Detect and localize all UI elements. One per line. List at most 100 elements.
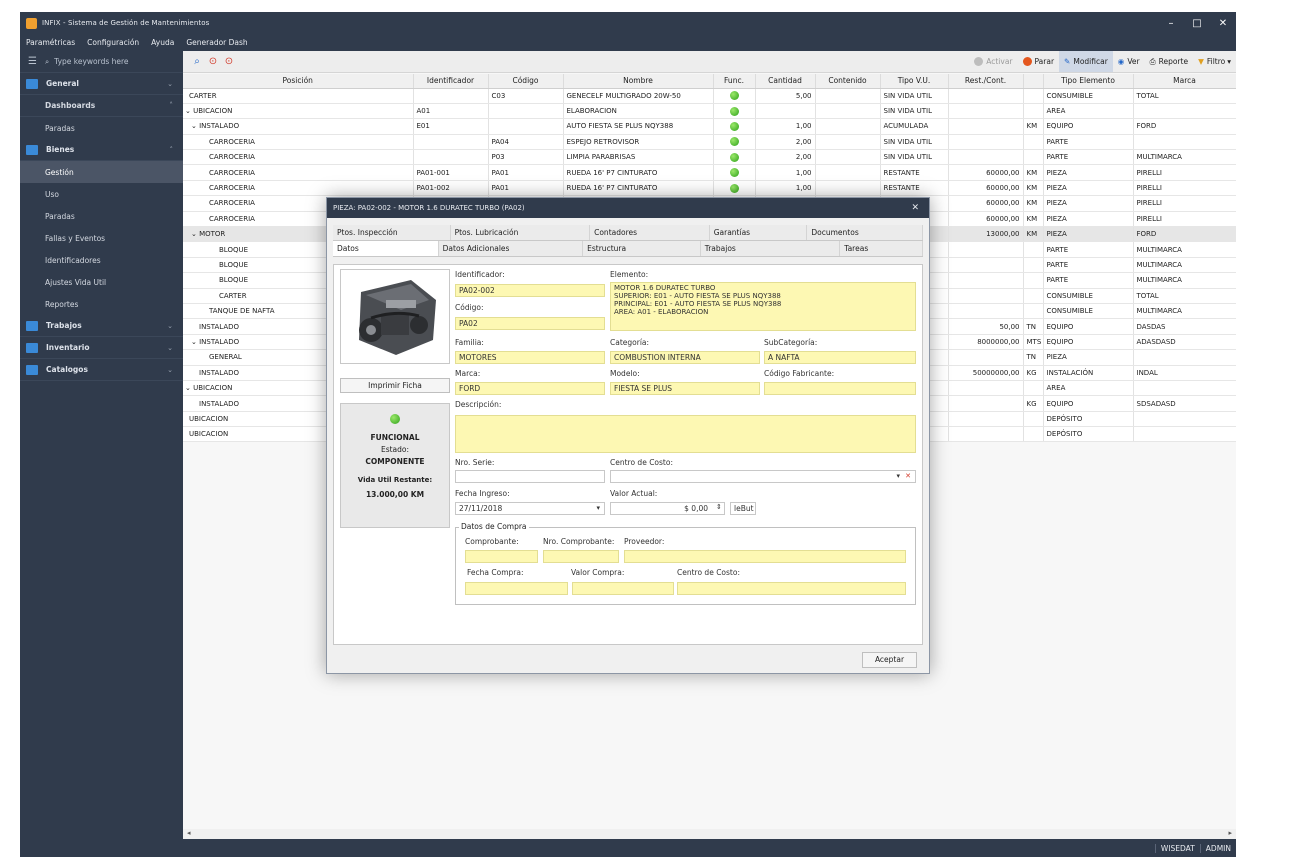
sidebar-item-fallas[interactable]: Fallas y Eventos [20, 227, 183, 249]
activar-button[interactable]: Activar [969, 51, 1017, 72]
column-header[interactable]: Tipo Elemento [1043, 74, 1134, 89]
sidebar-item-uso[interactable]: Uso [20, 183, 183, 205]
minimize-button[interactable]: – [1158, 18, 1184, 29]
valor-actual-field[interactable]: $ 0,00 [610, 502, 725, 515]
dropdown-icon[interactable]: ▾ [596, 503, 600, 514]
fecha-compra-field[interactable] [465, 582, 568, 595]
sidebar-item-dashboards[interactable]: Dashboards ˄ [20, 95, 183, 117]
codigo-fabricante-field[interactable] [764, 382, 916, 395]
reporte-button[interactable]: ⎙ Reporte [1145, 51, 1193, 72]
column-header[interactable]: Cantidad [755, 74, 816, 89]
column-header[interactable]: Marca [1133, 74, 1236, 89]
identificador-field[interactable]: PA02-002 [455, 284, 605, 297]
sidebar-section-catalogos[interactable]: Catalogos ⌄ [20, 359, 183, 381]
column-header[interactable]: Func. [713, 74, 756, 89]
marca-field[interactable]: FORD [455, 382, 605, 395]
modelo-field[interactable]: FIESTA SE PLUS [610, 382, 760, 395]
scroll-left-icon[interactable]: ◂ [187, 829, 191, 837]
tab-documentos[interactable]: Documentos [807, 225, 923, 240]
proveedor-field[interactable] [624, 550, 906, 563]
table-row[interactable]: CARROCERIA PA01-002 PA01 RUEDA 16' P7 CINTU… [183, 180, 1236, 197]
expand-icon[interactable]: ⌄ [185, 384, 193, 392]
descripcion-field[interactable] [455, 415, 916, 453]
table-row[interactable]: CARROCERIA PA04 ESPEJO RETROVISOR 2,00 SIN V… [183, 134, 1236, 151]
column-header[interactable]: Contenido [815, 74, 881, 89]
clear-icon[interactable]: ✕ [905, 471, 911, 482]
tab-contadores[interactable]: Contadores [590, 225, 710, 240]
currency-button[interactable]: leBut [730, 502, 756, 515]
menu-configuracion[interactable]: Configuración [81, 38, 145, 47]
categoria-field[interactable]: COMBUSTION INTERNA [610, 351, 760, 364]
nro-comprobante-field[interactable] [543, 550, 619, 563]
modificar-button[interactable]: ✎ Modificar [1059, 51, 1113, 72]
table-cell [948, 426, 1024, 443]
parar-button[interactable]: Parar [1018, 51, 1060, 72]
table-row[interactable]: CARROCERIA PA01-001 PA01 RUEDA 16' P7 CINTU… [183, 164, 1236, 181]
tab-tareas[interactable]: Tareas [840, 241, 923, 256]
dialog-close-icon[interactable]: ✕ [911, 203, 919, 213]
table-row[interactable]: ⌄ INSTALADO E01 AUTO FIESTA SE PLUS NQY388… [183, 118, 1236, 135]
table-row[interactable]: CARROCERIA P03 LIMPIA PARABRISAS 2,00 SIN VI… [183, 149, 1236, 166]
sidebar-section-inventario[interactable]: Inventario ⌄ [20, 337, 183, 359]
clear-filter-icon[interactable]: ⊙ [205, 56, 221, 67]
expand-icon[interactable]: ⌄ [191, 122, 199, 130]
familia-field[interactable]: MOTORES [455, 351, 605, 364]
menu-ayuda[interactable]: Ayuda [145, 38, 180, 47]
sidebar-item-identificadores[interactable]: Identificadores [20, 249, 183, 271]
sidebar-item-ajustes[interactable]: Ajustes Vida Util [20, 271, 183, 293]
sidebar-item-paradas[interactable]: Paradas [20, 117, 183, 139]
horizontal-scrollbar[interactable]: ◂ ▸ [183, 829, 1236, 839]
close-button[interactable]: ✕ [1210, 18, 1236, 29]
fecha-ingreso-field[interactable]: 27/11/2018 ▾ [455, 502, 605, 515]
codigo-field[interactable]: PA02 [455, 317, 605, 330]
sidebar-item-reportes[interactable]: Reportes [20, 293, 183, 315]
comprobante-field[interactable] [465, 550, 538, 563]
sidebar-search[interactable]: ☰ ⌕ Type keywords here [20, 51, 183, 73]
tab-ptos-lubricacion[interactable]: Ptos. Lubricación [450, 225, 591, 240]
expand-icon[interactable]: ⌄ [191, 230, 199, 238]
table-cell: MULTIMARCA [1133, 272, 1236, 289]
tab-garantias[interactable]: Garantías [709, 225, 808, 240]
centro-costo-select[interactable]: ▾ ✕ [610, 470, 916, 483]
tab-ptos-inspeccion[interactable]: Ptos. Inspección [333, 225, 451, 240]
sidebar-section-general[interactable]: General ⌄ [20, 73, 183, 95]
menu-parametricas[interactable]: Paramétricas [20, 38, 81, 47]
column-header[interactable]: Posición [183, 74, 414, 89]
column-header[interactable]: Nombre [563, 74, 714, 89]
column-header[interactable] [1023, 74, 1044, 89]
maximize-button[interactable]: □ [1184, 18, 1210, 29]
tab-datos[interactable]: Datos [333, 241, 439, 256]
tab-trabajos[interactable]: Trabajos [700, 241, 841, 256]
expand-icon[interactable]: ⌄ [191, 338, 199, 346]
tab-datos-adicionales[interactable]: Datos Adicionales [438, 241, 584, 256]
spinner-icon[interactable]: ⇕ [716, 503, 722, 511]
table-row[interactable]: CARTER C03 GENECELF MULTIGRADO 20W-50 5,00 S… [183, 88, 1236, 104]
search-input[interactable]: Type keywords here [54, 57, 128, 66]
centro-costo2-field[interactable] [677, 582, 906, 595]
valor-compra-field[interactable] [572, 582, 674, 595]
column-header[interactable]: Código [488, 74, 564, 89]
print-button[interactable]: Imprimir Ficha [340, 378, 450, 393]
sidebar-item-gestion[interactable]: Gestión [20, 161, 183, 183]
aceptar-button[interactable]: Aceptar [862, 652, 917, 668]
hamburger-icon[interactable]: ☰ [28, 56, 37, 67]
tab-estructura[interactable]: Estructura [583, 241, 701, 256]
elemento-field[interactable]: MOTOR 1.6 DURATEC TURBO SUPERIOR: E01 - … [610, 282, 916, 331]
menu-generador-dash[interactable]: Generador Dash [180, 38, 253, 47]
column-header[interactable]: Rest./Cont. [948, 74, 1024, 89]
ver-button[interactable]: ◉ Ver [1113, 51, 1145, 72]
search-icon[interactable]: ⌕ [189, 56, 205, 67]
expand-icon[interactable]: ⌄ [185, 107, 193, 115]
scroll-right-icon[interactable]: ▸ [1228, 829, 1232, 837]
table-row[interactable]: ⌄ UBICACION A01 ELABORACION SIN VIDA UTIL AR… [183, 103, 1236, 120]
clear-sort-icon[interactable]: ⊙ [221, 56, 237, 67]
dropdown-icon[interactable]: ▾ [896, 471, 900, 482]
sidebar-section-trabajos[interactable]: Trabajos ⌄ [20, 315, 183, 337]
column-header[interactable]: Tipo V.U. [880, 74, 949, 89]
column-header[interactable]: Identificador [413, 74, 489, 89]
nro-serie-field[interactable] [455, 470, 605, 483]
subcategoria-field[interactable]: A NAFTA [764, 351, 916, 364]
filtro-button[interactable]: ▼ Filtro ▾ [1193, 51, 1236, 72]
sidebar-item-paradas-bienes[interactable]: Paradas [20, 205, 183, 227]
sidebar-section-bienes[interactable]: Bienes ˄ [20, 139, 183, 161]
